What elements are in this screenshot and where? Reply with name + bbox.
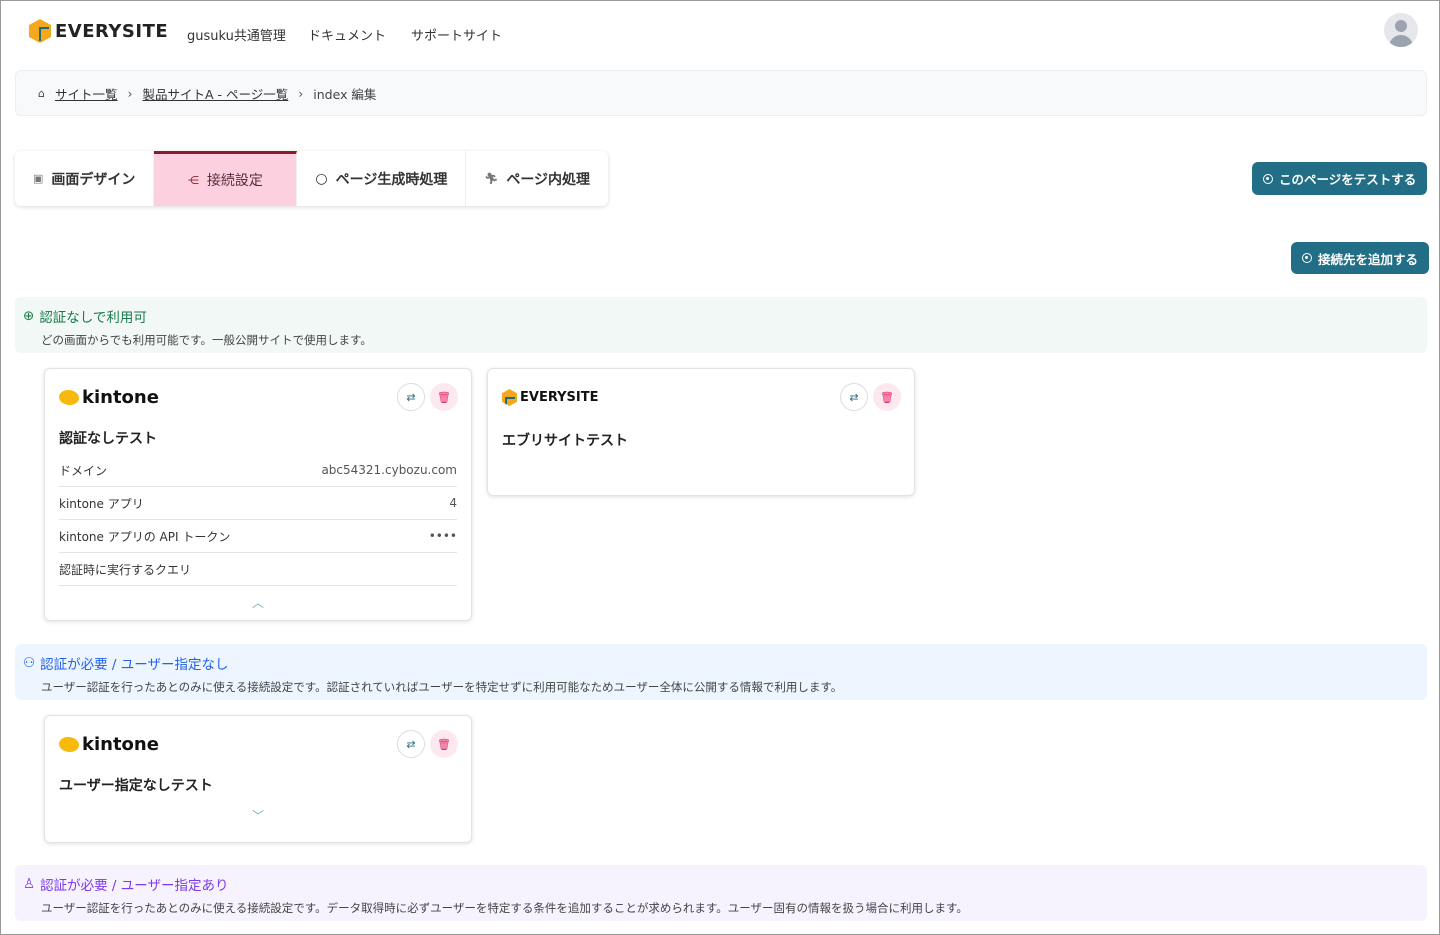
section-auth-user: ♙ 認証が必要 / ユーザー指定あり ユーザー認証を行ったあとのみに使える接続設定… [15,865,1427,921]
nav-docs[interactable]: ドキュメント [308,25,386,44]
connection-card: kintone ⇄ 🗑︎ ユーザー指定なしテスト ﹀ [44,715,472,843]
delete-button[interactable]: 🗑︎ [873,383,901,411]
eye-icon [1263,173,1273,184]
home-icon: ⌂ [38,86,45,100]
kintone-logo-icon [59,390,79,405]
settings-button[interactable]: ⇄ [840,383,868,411]
user-icon: ♙ [23,876,36,892]
breadcrumb-sites[interactable]: サイト一覧 [55,84,118,103]
sliders-icon: ⇄ [849,390,859,404]
everysite-cube-icon [29,19,51,43]
sliders-icon: ⇄ [406,737,416,751]
nav-gusuku[interactable]: gusuku共通管理 [187,25,286,44]
everysite-cube-icon [502,389,517,406]
tab-design[interactable]: ▣ 画面デザイン [15,151,155,206]
trash-icon: 🗑︎ [437,390,451,404]
table-row: kintone アプリ 4 [59,487,457,520]
nav-support[interactable]: サポートサイト [411,25,502,44]
delete-button[interactable]: 🗑︎ [430,383,458,411]
settings-button[interactable]: ⇄ [397,383,425,411]
table-row: ドメイン abc54321.cybozu.com [59,454,457,487]
test-page-button[interactable]: このページをテストする [1252,162,1428,195]
table-row: 認証時に実行するクエリ [59,553,457,586]
tab-page-generation[interactable]: ○ ページ生成時処理 [297,151,467,206]
chevron-right-icon: › [298,85,304,101]
delete-button[interactable]: 🗑︎ [430,730,458,758]
connection-card: kintone ⇄ 🗑︎ 認証なしテスト ドメイン abc54321.cybozu… [44,368,472,621]
section-auth-no-user: ⚇ 認証が必要 / ユーザー指定なし ユーザー認証を行ったあとのみに使える接続設定… [15,644,1427,700]
add-connection-button[interactable]: 接続先を追加する [1291,242,1430,274]
tab-bar: ▣ 画面デザイン ⋲ 接続設定 ○ ページ生成時処理 🏃︎ ページ内処理 [15,151,609,206]
connection-icon: ⋲ [187,173,199,187]
table-row: kintone アプリの API トークン •••• [59,520,457,553]
collapse-chevron-up-icon[interactable]: ︿ [59,594,457,611]
globe-icon: ⊕ [23,308,35,324]
tab-in-page[interactable]: 🏃︎ ページ内処理 [466,151,608,206]
expand-chevron-down-icon[interactable]: ﹀ [59,807,457,824]
tab-connection[interactable]: ⋲ 接続設定 [154,151,298,206]
plus-circle-icon [1302,253,1312,263]
trash-icon: 🗑︎ [880,390,894,404]
run-icon: 🏃︎ [484,172,499,185]
settings-button[interactable]: ⇄ [397,730,425,758]
breadcrumb-pages[interactable]: 製品サイトA - ページ一覧 [143,84,289,103]
section-no-auth: ⊕ 認証なしで利用可 どの画面からでも利用可能です。一般公開サイトで使用します。 [15,297,1427,353]
users-icon: ⚇ [23,655,36,671]
breadcrumb-current: index 編集 [313,86,377,102]
connection-card: EVERYSITE ⇄ 🗑︎ エブリサイトテスト [487,368,915,496]
brand-logo[interactable]: EVERYSITE [29,19,168,43]
user-avatar[interactable] [1384,13,1418,47]
trash-icon: 🗑︎ [437,737,451,751]
breadcrumb: ⌂ サイト一覧 › 製品サイトA - ページ一覧 › index 編集 [15,70,1427,116]
layout-icon: ▣ [33,172,44,185]
sliders-icon: ⇄ [406,390,416,404]
refresh-icon: ○ [315,170,328,187]
kintone-logo-icon [59,737,79,752]
chevron-right-icon: › [127,85,133,101]
